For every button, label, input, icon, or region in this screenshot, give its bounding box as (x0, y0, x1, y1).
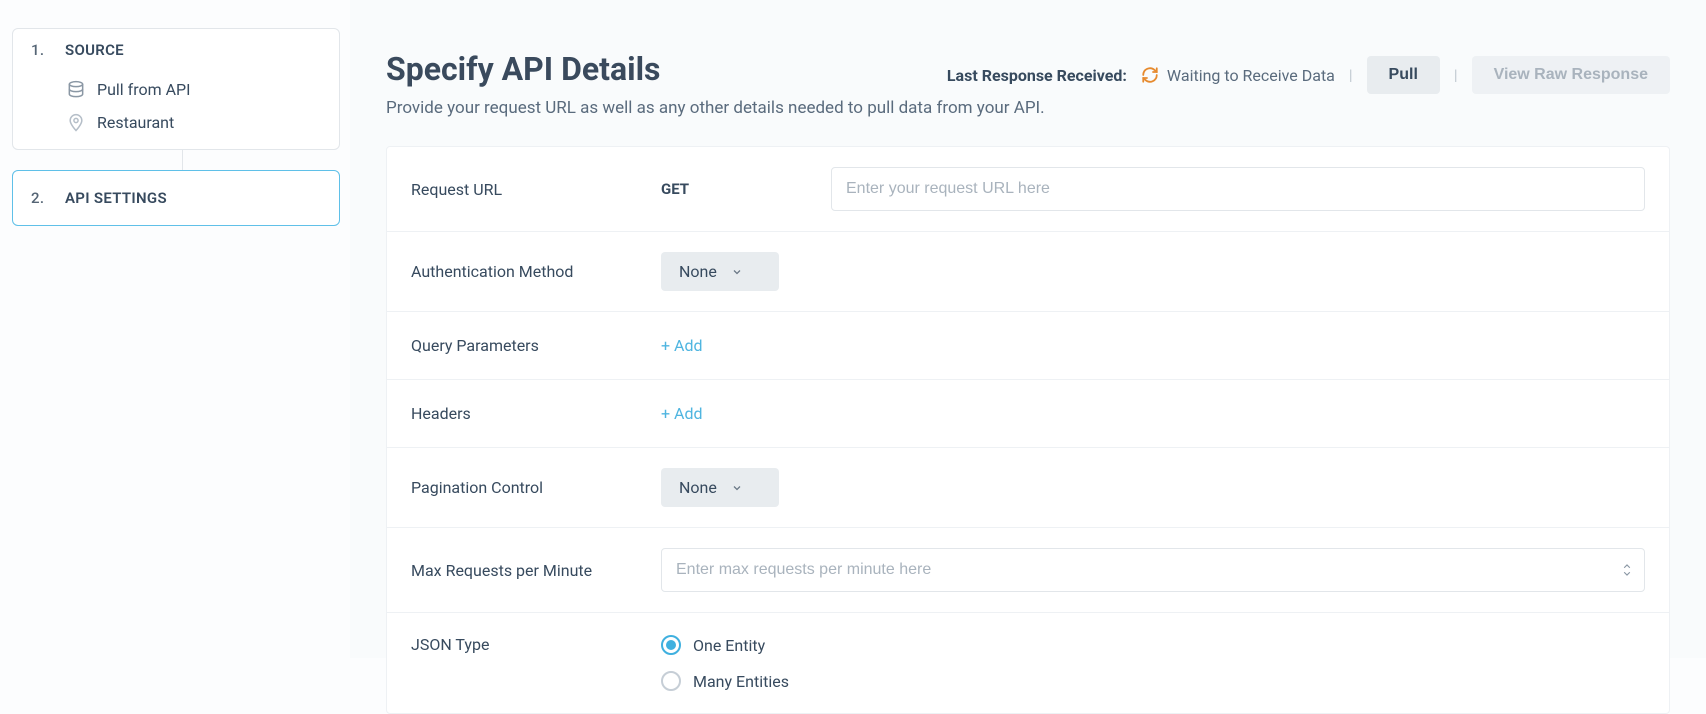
page-title: Specify API Details (386, 50, 660, 88)
chevron-down-icon (731, 266, 743, 278)
step-api-settings[interactable]: 2. API SETTINGS (12, 170, 340, 226)
row-max-requests: Max Requests per Minute (387, 528, 1669, 613)
radio-icon (661, 671, 681, 691)
chevron-down-icon (731, 482, 743, 494)
sidebar-item-label: Restaurant (97, 113, 174, 132)
radio-label: Many Entities (693, 672, 789, 691)
row-pagination-control: Pagination Control None (387, 448, 1669, 528)
radio-one-entity[interactable]: One Entity (661, 635, 789, 655)
step-api-settings-header[interactable]: 2. API SETTINGS (13, 171, 339, 225)
dropdown-value: None (679, 478, 717, 497)
field-label: Max Requests per Minute (411, 561, 661, 580)
last-response-label: Last Response Received: (947, 66, 1127, 85)
field-label: Authentication Method (411, 262, 661, 281)
response-status-text: Waiting to Receive Data (1167, 66, 1335, 85)
step-label: API SETTINGS (65, 189, 167, 207)
response-status: Waiting to Receive Data (1141, 66, 1335, 85)
radio-icon (661, 635, 681, 655)
step-source-body: Pull from API Restaurant (13, 71, 339, 149)
location-pin-icon (65, 113, 87, 133)
radio-label: One Entity (693, 636, 765, 655)
radio-many-entities[interactable]: Many Entities (661, 671, 789, 691)
add-query-parameter-link[interactable]: + Add (661, 336, 703, 355)
view-raw-response-button: View Raw Response (1472, 56, 1670, 94)
max-requests-input[interactable] (676, 549, 1620, 591)
add-header-link[interactable]: + Add (661, 404, 703, 423)
row-json-type: JSON Type One Entity Many Entities (387, 613, 1669, 713)
refresh-icon (1141, 66, 1159, 84)
http-method: GET (661, 180, 831, 198)
pull-button[interactable]: Pull (1367, 56, 1440, 94)
separator: | (1349, 66, 1353, 84)
step-label: SOURCE (65, 41, 124, 59)
step-number: 1. (31, 41, 65, 59)
row-query-parameters: Query Parameters + Add (387, 312, 1669, 380)
step-source[interactable]: 1. SOURCE Pull from API (12, 28, 340, 150)
row-headers: Headers + Add (387, 380, 1669, 448)
step-number: 2. (31, 189, 65, 207)
sidebar-item-pull-from-api[interactable]: Pull from API (13, 73, 339, 106)
sidebar-item-label: Pull from API (97, 80, 191, 99)
page-subtitle: Provide your request URL as well as any … (386, 98, 1670, 118)
header-right: Last Response Received: Waiting to Recei… (947, 50, 1670, 94)
dropdown-value: None (679, 262, 717, 281)
max-requests-field[interactable] (661, 548, 1645, 592)
request-url-input[interactable] (831, 167, 1645, 211)
main-content: Specify API Details Last Response Receiv… (350, 0, 1706, 658)
separator: | (1454, 66, 1458, 84)
authentication-method-dropdown[interactable]: None (661, 252, 779, 291)
step-source-header[interactable]: 1. SOURCE (13, 29, 339, 71)
number-stepper-icon[interactable] (1620, 561, 1634, 579)
database-icon (65, 80, 87, 100)
row-request-url: Request URL GET (387, 147, 1669, 232)
field-label: Query Parameters (411, 336, 661, 355)
pagination-control-dropdown[interactable]: None (661, 468, 779, 507)
main-header: Specify API Details Last Response Receiv… (386, 50, 1670, 98)
sidebar-item-restaurant[interactable]: Restaurant (13, 106, 339, 139)
field-label: JSON Type (411, 635, 661, 654)
json-type-radio-group: One Entity Many Entities (661, 635, 789, 691)
field-label: Headers (411, 404, 661, 423)
api-details-form: Request URL GET Authentication Method No… (386, 146, 1670, 714)
step-connector (182, 150, 340, 170)
field-label: Request URL (411, 180, 661, 199)
sidebar: 1. SOURCE Pull from API (0, 0, 350, 658)
row-authentication-method: Authentication Method None (387, 232, 1669, 312)
field-label: Pagination Control (411, 478, 661, 497)
